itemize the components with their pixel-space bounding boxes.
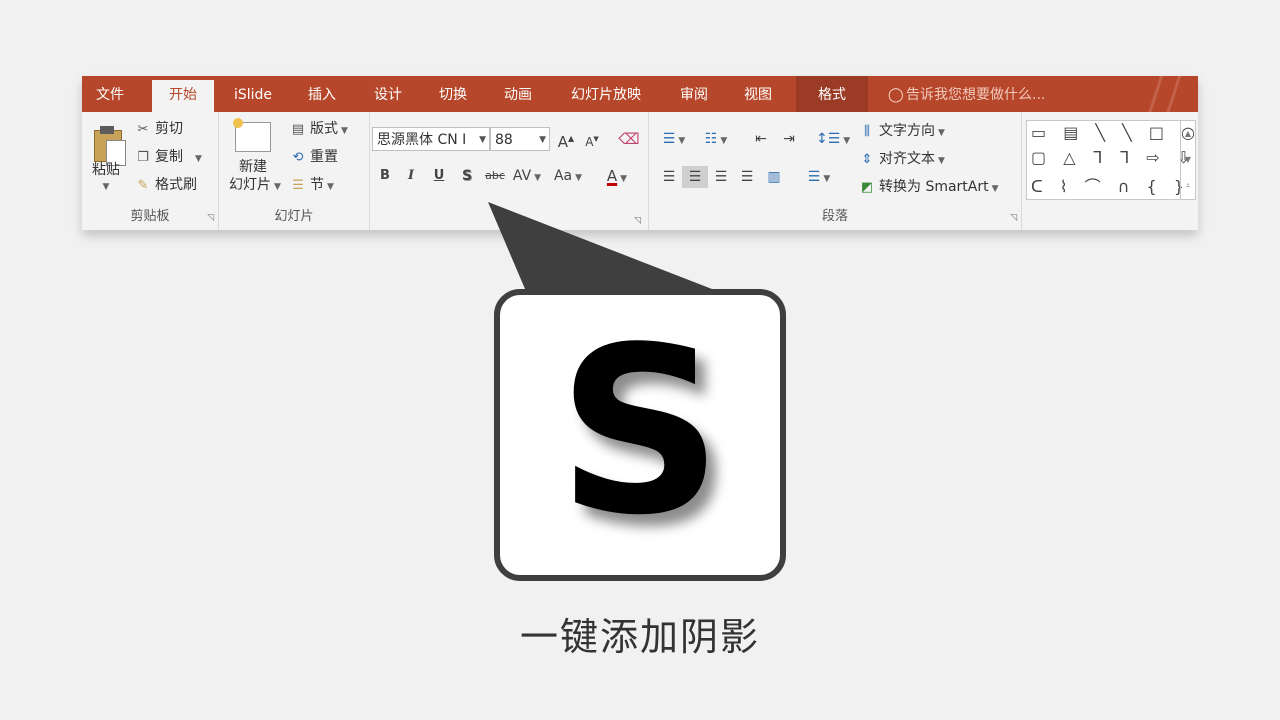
callout-pointer-shape	[488, 202, 730, 296]
caption: 一键添加阴影	[519, 615, 760, 659]
shadow-key-callout: S	[494, 289, 786, 581]
shadow-key-letter: S	[557, 299, 723, 566]
